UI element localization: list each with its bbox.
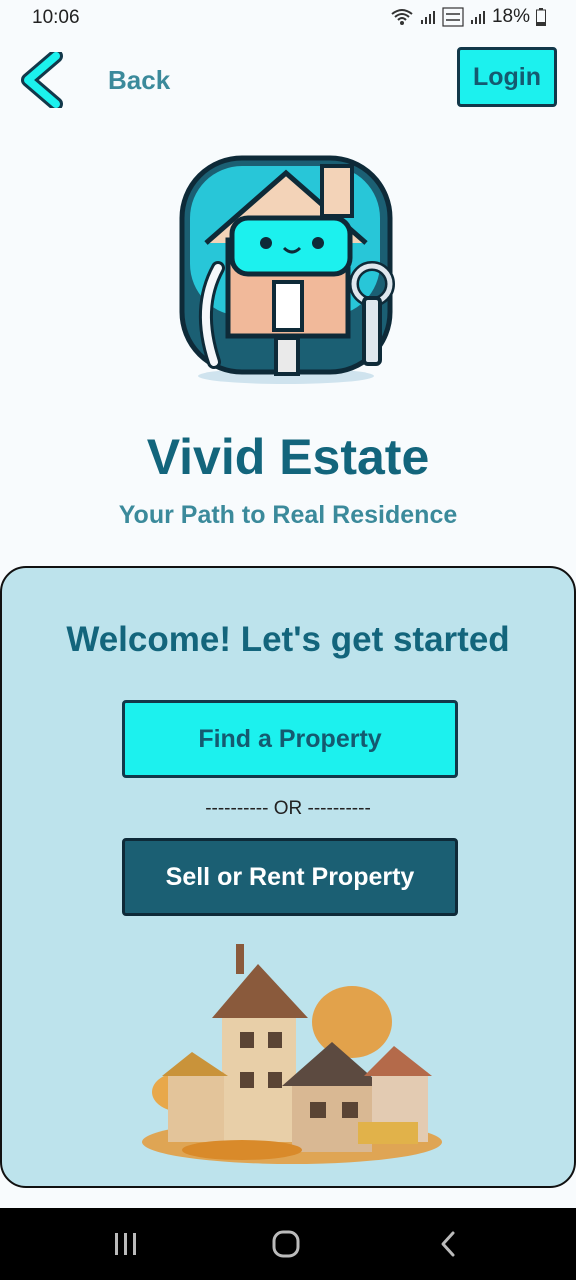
app-logo <box>179 155 395 384</box>
chevron-left-icon <box>441 1231 455 1257</box>
status-time: 10:06 <box>32 7 80 28</box>
back-button[interactable]: Back <box>20 50 200 110</box>
status-icons: 18% <box>390 6 546 28</box>
find-property-button[interactable]: Find a Property <box>122 700 458 778</box>
login-button[interactable]: Login <box>457 47 557 107</box>
recents-icon <box>115 1233 136 1255</box>
sell-rent-property-button[interactable]: Sell or Rent Property <box>122 838 458 916</box>
status-bar: 10:06 18% <box>0 0 576 36</box>
system-back-button[interactable] <box>388 1208 508 1280</box>
app-tagline: Your Path to Real Residence <box>118 501 458 529</box>
app-title: Vivid Estate <box>146 429 430 485</box>
chevron-left-icon <box>21 52 63 108</box>
back-label: Back <box>108 65 171 95</box>
recents-button[interactable] <box>66 1208 186 1280</box>
or-divider: ---------- OR ---------- <box>205 798 371 819</box>
home-icon <box>272 1230 300 1258</box>
battery-icon <box>536 8 546 26</box>
welcome-card: Welcome! Let's get started Find a Proper… <box>0 566 576 1188</box>
home-button[interactable] <box>226 1208 346 1280</box>
signal-icon-2 <box>470 11 485 24</box>
volte-icon <box>442 7 464 27</box>
welcome-heading: Welcome! Let's get started <box>66 620 510 659</box>
system-nav-bar <box>0 1208 576 1280</box>
wifi-icon <box>391 9 413 25</box>
signal-icon <box>420 11 435 24</box>
battery-percent: 18% <box>491 6 530 27</box>
houses-illustration <box>142 944 442 1164</box>
